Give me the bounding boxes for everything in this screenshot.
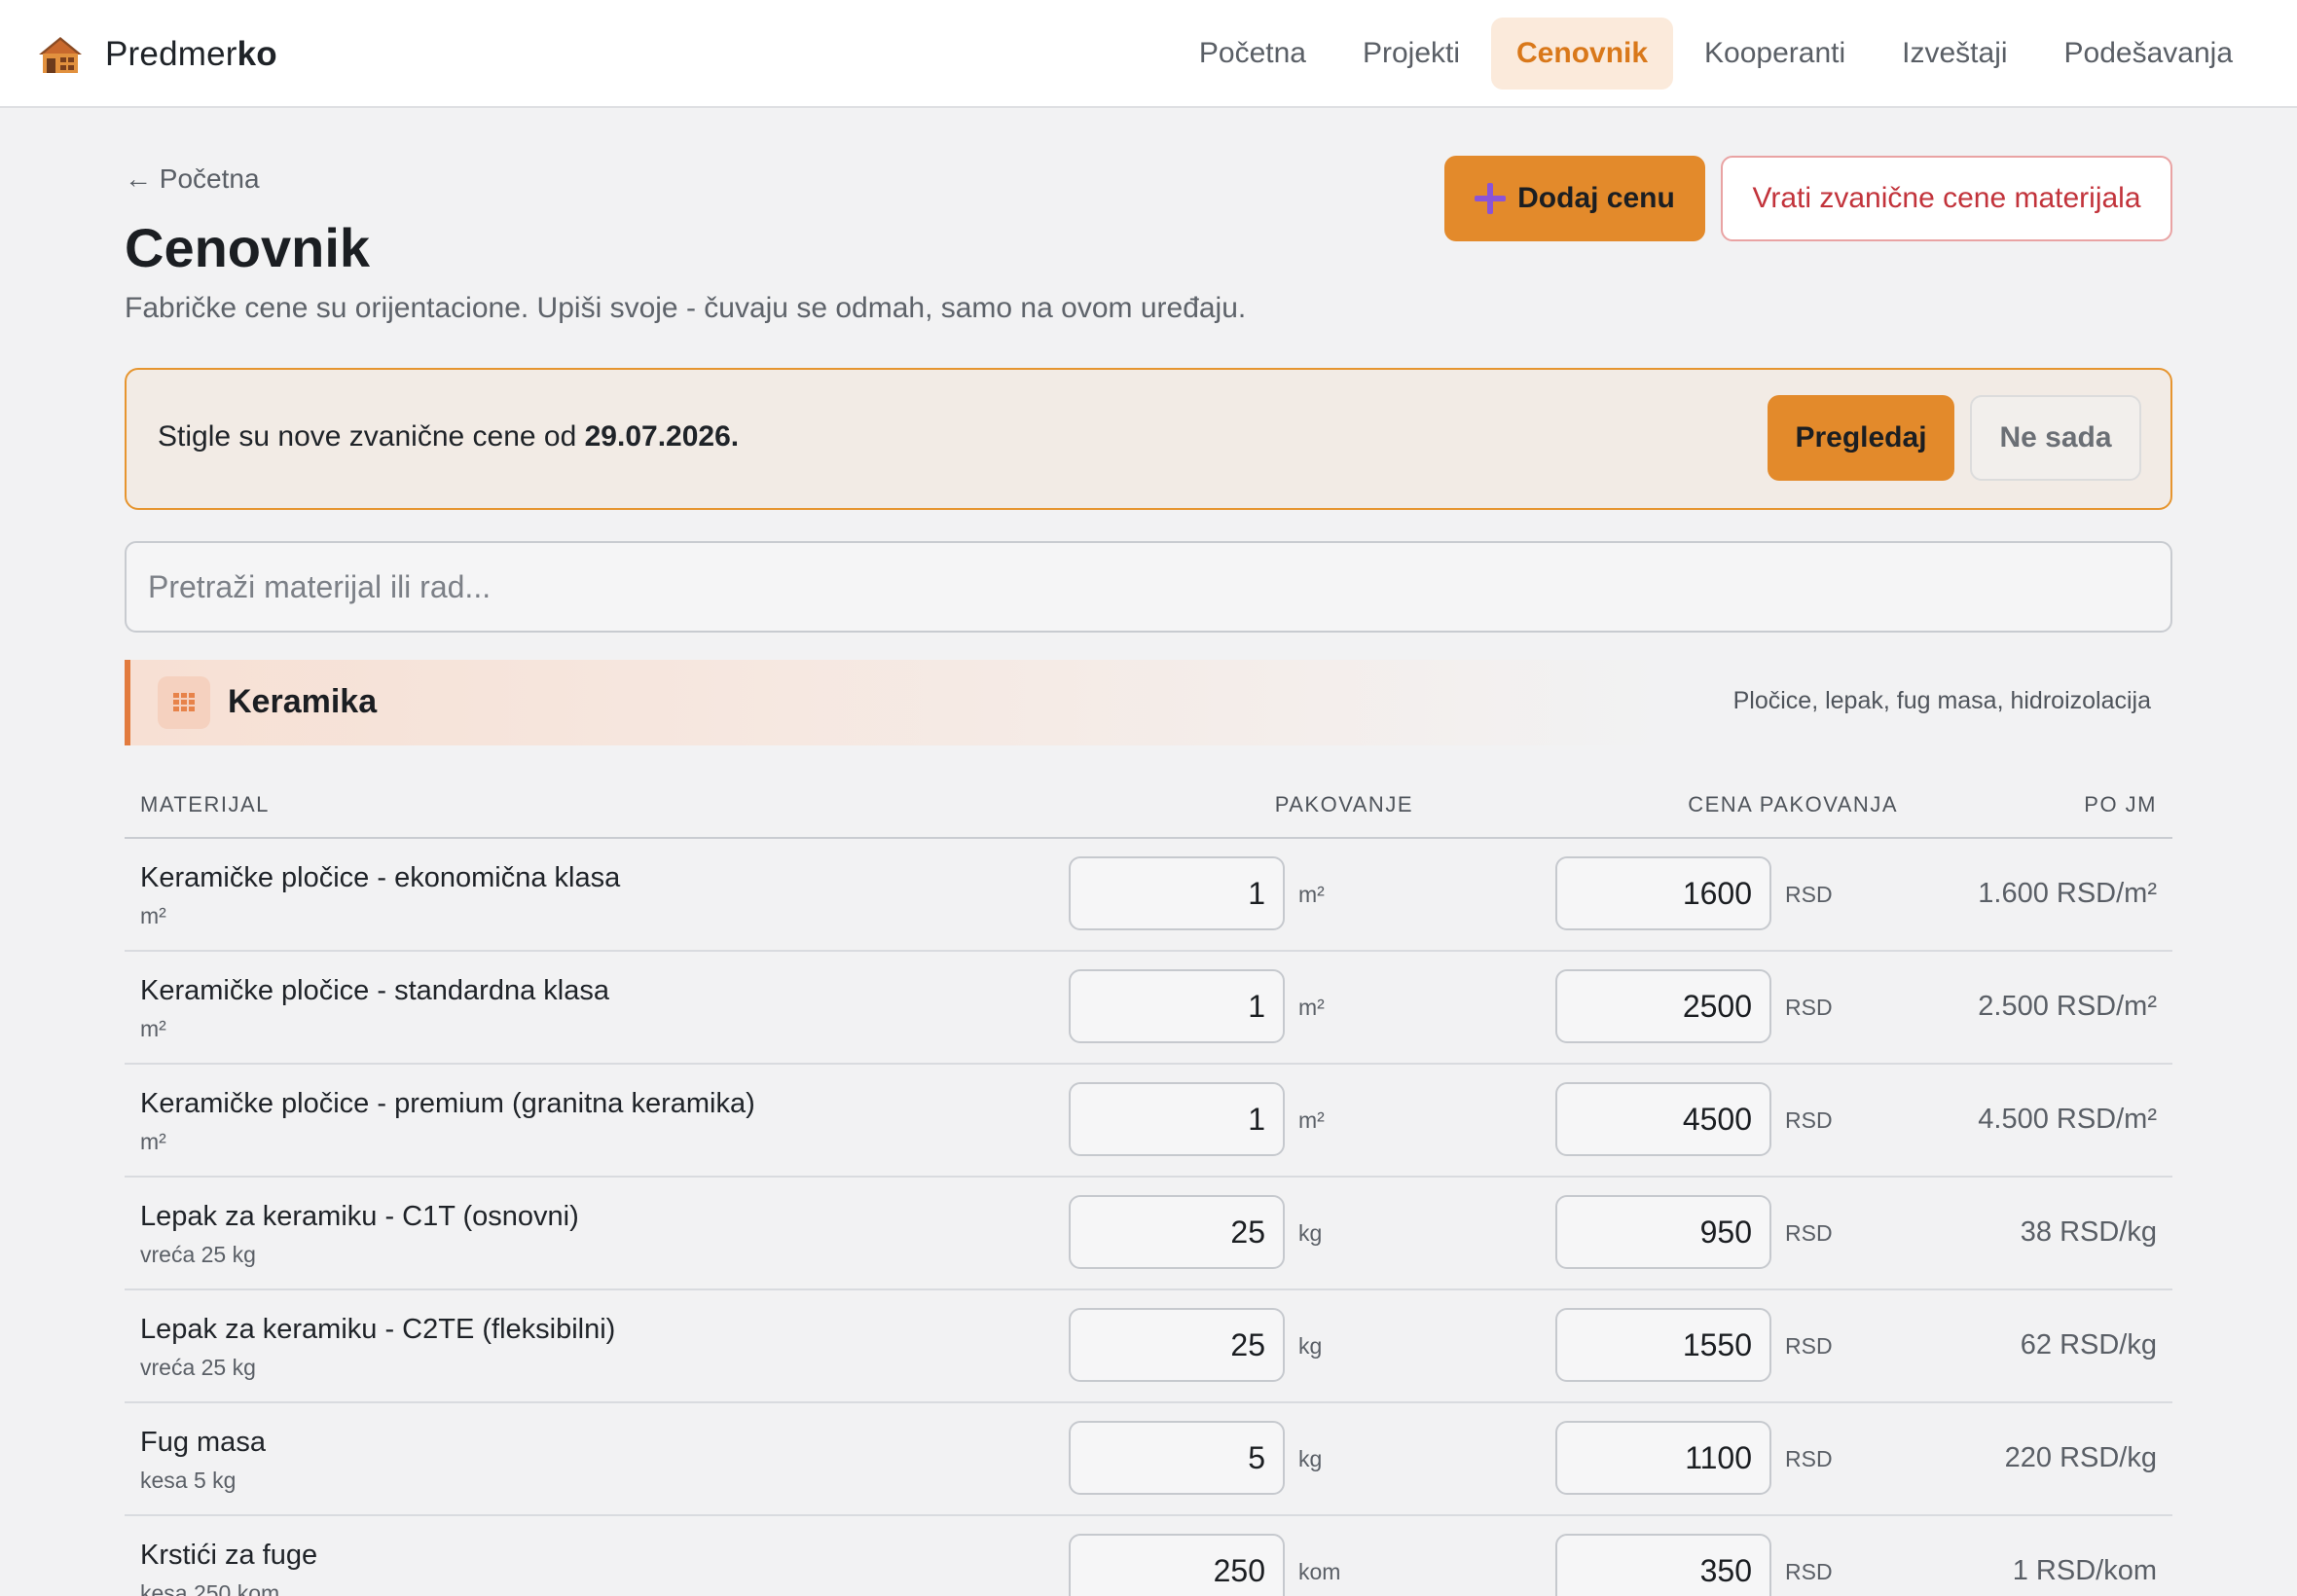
packaging-unit: kom (1298, 1559, 1341, 1584)
price-per-unit: 4.500 RSD/m² (1978, 1104, 2157, 1135)
currency-label: RSD (1785, 995, 1833, 1020)
material-unit: vreća 25 kg (140, 1242, 256, 1267)
price-input[interactable]: 950 (1555, 1195, 1771, 1269)
nav-item-izvestaji[interactable]: Izveštaji (1877, 18, 2032, 90)
price-input[interactable]: 1100 (1555, 1421, 1771, 1495)
review-button[interactable]: Pregledaj (1768, 395, 1954, 481)
currency-label: RSD (1785, 1220, 1833, 1246)
packaging-input[interactable]: 250 (1069, 1534, 1285, 1596)
tiles-icon (158, 676, 210, 729)
price-table: MATERIJAL PAKOVANJE CENA PAKOVANJA PO JM… (125, 769, 2172, 1596)
reset-official-prices-button[interactable]: Vrati zvanične cene materijala (1721, 156, 2172, 241)
not-now-button[interactable]: Ne sada (1970, 395, 2141, 481)
top-navbar: Predmerko Početna Projekti Cenovnik Koop… (0, 0, 2297, 108)
main-nav: Početna Projekti Cenovnik Kooperanti Izv… (1168, 18, 2258, 90)
page-title: Cenovnik (125, 217, 371, 278)
material-unit: m² (140, 903, 166, 928)
packaging-input[interactable]: 25 (1069, 1308, 1285, 1382)
table-row: Lepak za keramiku - C2TE (fleksibilni) v… (125, 1290, 2172, 1403)
table-row: Lepak za keramiku - C1T (osnovni) vreća … (125, 1178, 2172, 1290)
packaging-unit: kg (1298, 1333, 1323, 1359)
material-name: Lepak za keramiku - C1T (osnovni) (140, 1201, 579, 1232)
add-price-label: Dodaj cenu (1517, 182, 1675, 214)
column-header-material: MATERIJAL (140, 792, 270, 816)
nav-item-cenovnik[interactable]: Cenovnik (1491, 18, 1674, 90)
notice-date: 29.07.2026. (584, 420, 740, 453)
category-name: Keramika (228, 683, 378, 720)
column-header-price: CENA PAKOVANJA (1688, 792, 1898, 816)
packaging-unit: kg (1298, 1220, 1323, 1246)
price-per-unit: 220 RSD/kg (2004, 1442, 2157, 1473)
price-per-unit: 38 RSD/kg (2020, 1216, 2157, 1248)
brand[interactable]: Predmerko (37, 32, 277, 77)
material-name: Keramičke pločice - ekonomična klasa (140, 862, 621, 893)
new-prices-notice: Stigle su nove zvanične cene od 29.07.20… (125, 368, 2172, 510)
packaging-unit: m² (1298, 995, 1325, 1020)
price-input[interactable]: 2500 (1555, 969, 1771, 1043)
brand-name: Predmerko (105, 35, 277, 73)
material-unit: m² (140, 1129, 166, 1154)
packaging-unit: m² (1298, 1107, 1325, 1133)
currency-label: RSD (1785, 1559, 1833, 1584)
currency-label: RSD (1785, 882, 1833, 907)
column-header-per-unit: PO JM (2084, 792, 2157, 816)
house-logo-icon (39, 37, 82, 73)
material-unit: kesa 5 kg (140, 1468, 237, 1493)
back-link[interactable]: ← Početna (125, 163, 260, 195)
nav-item-projekti[interactable]: Projekti (1337, 18, 1485, 90)
packaging-input[interactable]: 5 (1069, 1421, 1285, 1495)
nav-item-pocetna[interactable]: Početna (1174, 18, 1331, 90)
material-unit: m² (140, 1016, 166, 1041)
category-header-keramika[interactable]: Keramika Pločice, lepak, fug masa, hidro… (125, 660, 2172, 745)
page-subtitle: Fabričke cene su orijentacione. Upiši sv… (125, 292, 1247, 324)
packaging-input[interactable]: 1 (1069, 1082, 1285, 1156)
category-description: Pločice, lepak, fug masa, hidroizolacija (1732, 687, 2151, 714)
currency-label: RSD (1785, 1333, 1833, 1359)
price-per-unit: 2.500 RSD/m² (1978, 991, 2157, 1022)
nav-item-kooperanti[interactable]: Kooperanti (1679, 18, 1871, 90)
price-input[interactable]: 1550 (1555, 1308, 1771, 1382)
price-per-unit: 62 RSD/kg (2020, 1329, 2157, 1360)
table-row: Keramičke pločice - premium (granitna ke… (125, 1065, 2172, 1178)
price-per-unit: 1.600 RSD/m² (1978, 878, 2157, 909)
price-input[interactable]: 4500 (1555, 1082, 1771, 1156)
column-header-packaging: PAKOVANJE (1274, 792, 1413, 816)
nav-item-podesavanja[interactable]: Podešavanja (2039, 18, 2258, 90)
packaging-input[interactable]: 1 (1069, 856, 1285, 930)
material-unit: kesa 250 kom (140, 1580, 280, 1596)
notice-text: Stigle su nove zvanične cene od 29.07.20… (158, 420, 740, 453)
plus-icon (1475, 183, 1507, 214)
search-input[interactable] (125, 541, 2172, 633)
material-name: Lepak za keramiku - C2TE (fleksibilni) (140, 1314, 616, 1345)
material-name: Krstići za fuge (140, 1540, 318, 1571)
packaging-input[interactable]: 25 (1069, 1195, 1285, 1269)
material-name: Fug masa (140, 1427, 266, 1458)
material-name: Keramičke pločice - standardna klasa (140, 975, 609, 1006)
add-price-button[interactable]: Dodaj cenu (1444, 156, 1705, 241)
packaging-input[interactable]: 1 (1069, 969, 1285, 1043)
price-input[interactable]: 1600 (1555, 856, 1771, 930)
table-row: Keramičke pločice - ekonomična klasa m² … (125, 839, 2172, 952)
table-header: MATERIJAL PAKOVANJE CENA PAKOVANJA PO JM (125, 769, 2172, 839)
packaging-unit: m² (1298, 882, 1325, 907)
material-name: Keramičke pločice - premium (granitna ke… (140, 1088, 755, 1119)
currency-label: RSD (1785, 1107, 1833, 1133)
table-row: Krstići za fuge kesa 250 kom 250 kom 350… (125, 1516, 2172, 1596)
price-per-unit: 1 RSD/kom (2012, 1555, 2157, 1586)
table-row: Keramičke pločice - standardna klasa m² … (125, 952, 2172, 1065)
currency-label: RSD (1785, 1446, 1833, 1471)
table-row: Fug masa kesa 5 kg 5 kg 1100 RSD 220 RSD… (125, 1403, 2172, 1516)
material-unit: vreća 25 kg (140, 1355, 256, 1380)
packaging-unit: kg (1298, 1446, 1323, 1471)
price-input[interactable]: 350 (1555, 1534, 1771, 1596)
